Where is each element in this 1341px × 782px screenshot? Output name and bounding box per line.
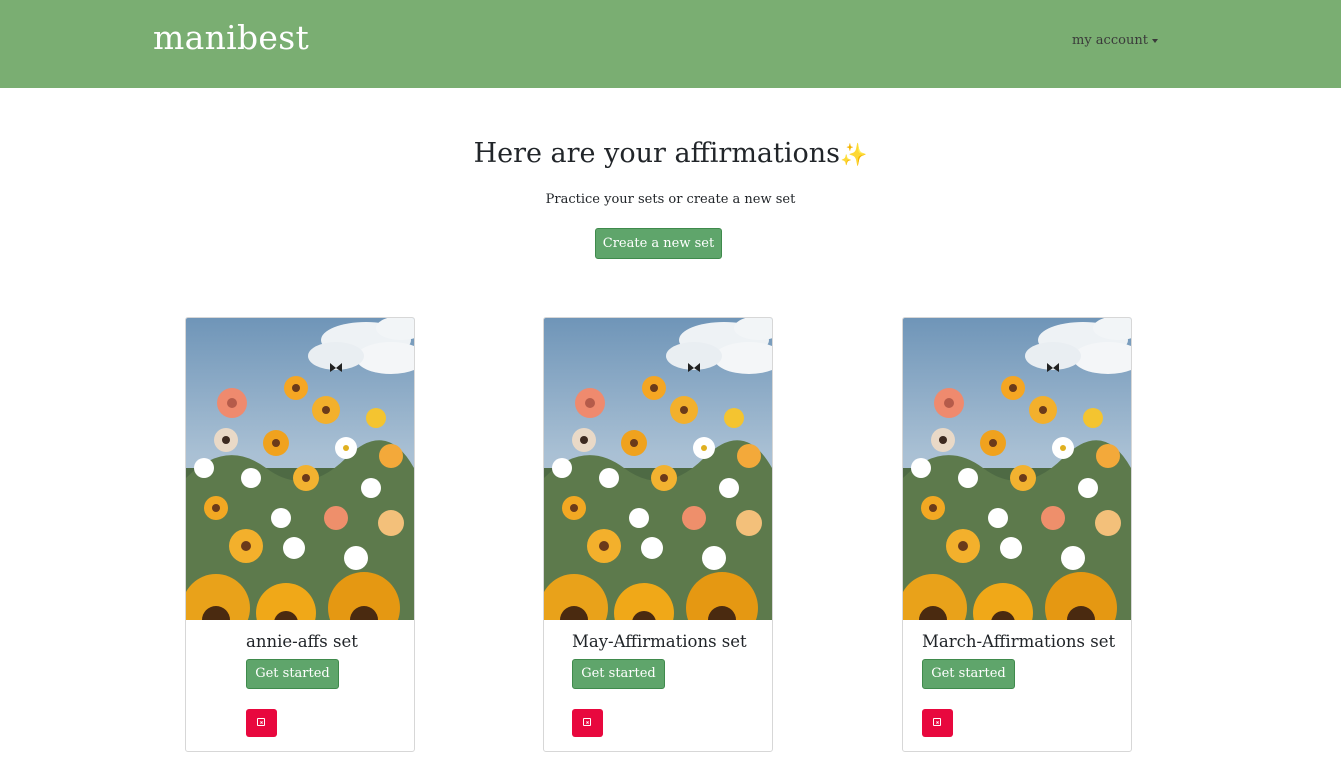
set-card: May-Affirmations set Get started: [543, 317, 773, 752]
set-title: annie-affs set: [246, 632, 358, 651]
page-subtitle: Practice your sets or create a new set: [545, 192, 796, 207]
get-started-button[interactable]: Get started: [246, 659, 339, 689]
my-account-dropdown[interactable]: my account: [1072, 33, 1158, 48]
brand-logo[interactable]: manibest: [153, 18, 309, 57]
delete-set-button[interactable]: [246, 709, 277, 737]
hero-section: Here are your affirmations✨ Practice you…: [0, 138, 1341, 207]
set-card: annie-affs set Get started: [185, 317, 415, 752]
set-cover-image: [186, 318, 414, 620]
sparkles-icon: ✨: [840, 143, 868, 168]
close-box-icon: [583, 718, 591, 726]
get-started-button[interactable]: Get started: [922, 659, 1015, 689]
close-box-icon: [257, 718, 265, 726]
set-cover-image: [544, 318, 772, 620]
create-new-set-button[interactable]: Create a new set: [595, 228, 722, 259]
caret-down-icon: [1151, 38, 1158, 43]
delete-set-button[interactable]: [922, 709, 953, 737]
set-title: March-Affirmations set: [922, 632, 1116, 651]
delete-set-button[interactable]: [572, 709, 603, 737]
page-title: Here are your affirmations✨: [0, 138, 1341, 169]
top-navbar: manibest my account: [0, 0, 1341, 88]
close-box-icon: [933, 718, 941, 726]
my-account-label: my account: [1072, 33, 1148, 48]
page-title-text: Here are your affirmations: [473, 138, 841, 169]
set-cover-image: [903, 318, 1131, 620]
get-started-button[interactable]: Get started: [572, 659, 665, 689]
set-card: March-Affirmations set Get started: [902, 317, 1132, 752]
set-title: May-Affirmations set: [572, 632, 747, 651]
